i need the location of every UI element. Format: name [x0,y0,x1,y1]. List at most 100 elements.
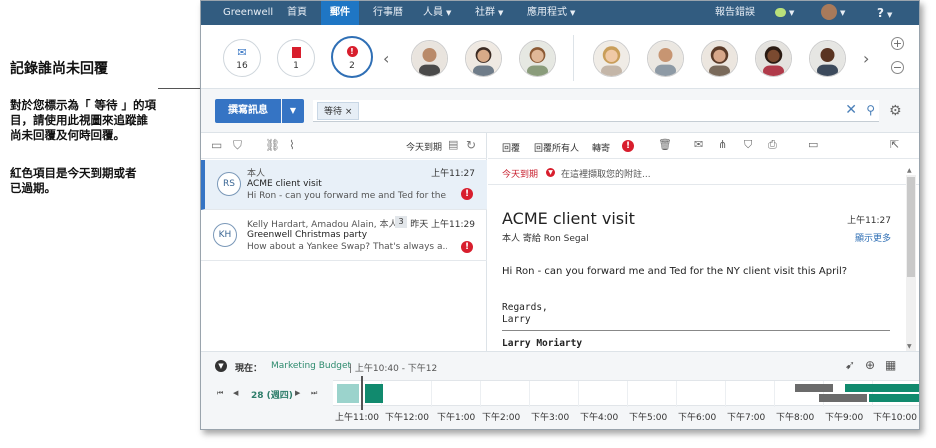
next-day-icon[interactable]: ▶ [295,389,300,397]
people-strip: ✉ 16 1 ! 2 ‹ › + − [201,25,919,89]
zoom-out-icon[interactable]: − [891,61,904,74]
calendar-event-block[interactable] [337,384,359,403]
paperclip-icon[interactable]: ⌇ [289,138,295,152]
person-avatar[interactable] [593,40,630,77]
gear-icon[interactable]: ⚙ [889,103,902,119]
share-icon[interactable]: ⋔ [718,138,727,151]
reading-pane: 回覆 回覆所有人 轉寄 ! 🗑 ✉ ⋔ ⛉ ⎙ ▭ ⇱ 今天到期 ▼ 在這裡擷取… [488,133,919,351]
report-error-link[interactable]: 報告錯誤 [715,1,755,25]
annotation-title: 記錄誰尚未回覆 [10,61,108,77]
scroll-up-arrow-icon[interactable]: ▲ [907,167,912,174]
nav-people-label: 人員 [423,7,443,18]
person-avatar[interactable] [519,40,556,77]
search-input[interactable]: 等待 × ✕ ⚲ [313,100,879,122]
nav-people[interactable]: 人員 ▼ [423,1,451,25]
scroll-down-arrow-icon[interactable]: ▼ [907,343,912,350]
person-avatar[interactable] [701,40,738,77]
current-meeting-link[interactable]: Marketing Budget [271,361,351,371]
filter-mail-icon[interactable]: ⛉ [744,138,752,152]
calendar-event-block[interactable] [795,384,833,392]
grid-view-icon[interactable]: ▦ [885,358,896,372]
nav-calendar[interactable]: 行事曆 [373,1,403,25]
day-timeline[interactable] [333,380,919,407]
person-avatar[interactable] [411,40,448,77]
prev-day-icon[interactable]: ◀ [233,389,238,397]
message-from: Kelly Hardart, Amadou Alain, 本人 [247,220,398,230]
clear-search-icon[interactable]: ✕ [845,102,857,118]
chevron-down-icon: ▼ [840,9,846,17]
refresh-icon[interactable]: ↻ [466,138,476,152]
email-time: 上午11:27 [847,216,891,226]
add-event-icon[interactable]: ⊕ [865,358,875,372]
filter-icon[interactable]: ⛉ [233,138,242,153]
popout-icon[interactable]: ⇱ [890,138,899,151]
message-time: 上午11:27 [431,169,475,179]
first-day-icon[interactable]: ⏮ [217,389,223,398]
hour-gridline [627,381,628,407]
chevron-right-icon[interactable]: › [863,51,869,67]
link-icon[interactable]: ⛓ [265,138,280,152]
calendar-event-block[interactable] [819,394,867,402]
annotation-line: 對於您標示為「 等待 」的項 [10,98,157,112]
hour-label: 下午2:00 [482,413,521,423]
current-day-label[interactable]: 28 (週四) [251,388,293,401]
help-menu[interactable]: ? ▼ [877,1,892,25]
chevron-left-icon[interactable]: ‹ [383,51,389,67]
inbox-count: 16 [236,61,248,71]
chat-bubble-icon [775,7,786,17]
nav-apps[interactable]: 應用程式 ▼ [527,1,575,25]
chevron-down-icon[interactable]: ▼ [546,168,555,177]
inbox-counter[interactable]: ✉ 16 [223,39,261,77]
last-day-icon[interactable]: ⏭ [311,389,317,398]
collapse-chevron-icon[interactable]: ▼ [215,360,227,372]
compose-button[interactable]: 撰寫訊息 [215,99,281,123]
nav-mail[interactable]: 郵件 [321,1,359,25]
search-icon[interactable]: ⚲ [866,103,875,117]
message-snippet: Hi Ron - can you forward me and Ted for … [247,191,447,201]
reply-button[interactable]: 回覆 [502,141,520,154]
annotation-line: 目，請使用此視圖來追蹤誰 [10,113,148,127]
brand-logo[interactable]: Greenwell [223,1,273,25]
show-more-link[interactable]: 顯示更多 [855,231,891,244]
message-row[interactable]: KH Kelly Hardart, Amadou Alain, 本人 3 昨天 … [201,211,487,261]
top-navbar: Greenwell 首頁 郵件 行事曆 人員 ▼ 社群 ▼ 應用程式 ▼ 報告錯誤 ▼… [201,1,919,25]
chat-status-menu[interactable]: ▼ [775,1,794,25]
waiting-counter[interactable]: ! 2 [331,36,373,78]
calendar-event-block[interactable] [845,384,919,392]
email-regards: Regards, [502,302,548,313]
person-avatar[interactable] [647,40,684,77]
user-menu[interactable]: ▼ [821,1,845,25]
now-label: 現在： [235,364,263,374]
forward-button[interactable]: 轉寄 [592,141,610,154]
pin-icon[interactable]: ➹ [845,358,855,372]
zoom-in-icon[interactable]: + [891,37,904,50]
due-notice-bar: 今天到期 ▼ 在這裡擷取您的附註... [488,159,919,185]
calendar-event-block[interactable] [869,394,919,402]
alert-icon[interactable]: ! [622,140,634,152]
compose-dropdown-button[interactable]: ▼ [282,99,304,123]
notes-prompt[interactable]: 在這裡擷取您的附註... [561,167,651,180]
folder-icon[interactable]: ▭ [211,138,222,152]
filter-chip-waiting[interactable]: 等待 × [317,102,360,120]
nav-home[interactable]: 首頁 [287,1,307,25]
person-avatar[interactable] [755,40,792,77]
flagged-counter[interactable]: 1 [277,39,315,77]
message-subject: ACME client visit [247,179,322,189]
move-folder-icon[interactable]: ▭ [808,138,818,151]
calendar-view-icon[interactable]: ▤ [448,138,458,151]
current-time-marker [361,376,363,410]
calendar-event-block[interactable] [365,384,383,403]
nav-communities[interactable]: 社群 ▼ [475,1,503,25]
hour-label: 下午3:00 [531,413,570,423]
sort-due-today[interactable]: 今天到期 [406,140,442,153]
trash-icon[interactable]: 🗑 [658,138,672,151]
message-row[interactable]: RS 本人 ACME client visit Hi Ron - can you… [201,160,487,210]
print-icon[interactable]: ⎙ [768,138,777,152]
message-snippet: How about a Yankee Swap? That's always a… [247,242,447,252]
envelope-open-icon[interactable]: ✉ [694,138,703,151]
reply-all-button[interactable]: 回覆所有人 [534,141,579,154]
chevron-down-icon: ▼ [570,9,576,17]
person-avatar[interactable] [465,40,502,77]
person-avatar[interactable] [809,40,846,77]
scrollbar-thumb[interactable] [907,177,915,277]
